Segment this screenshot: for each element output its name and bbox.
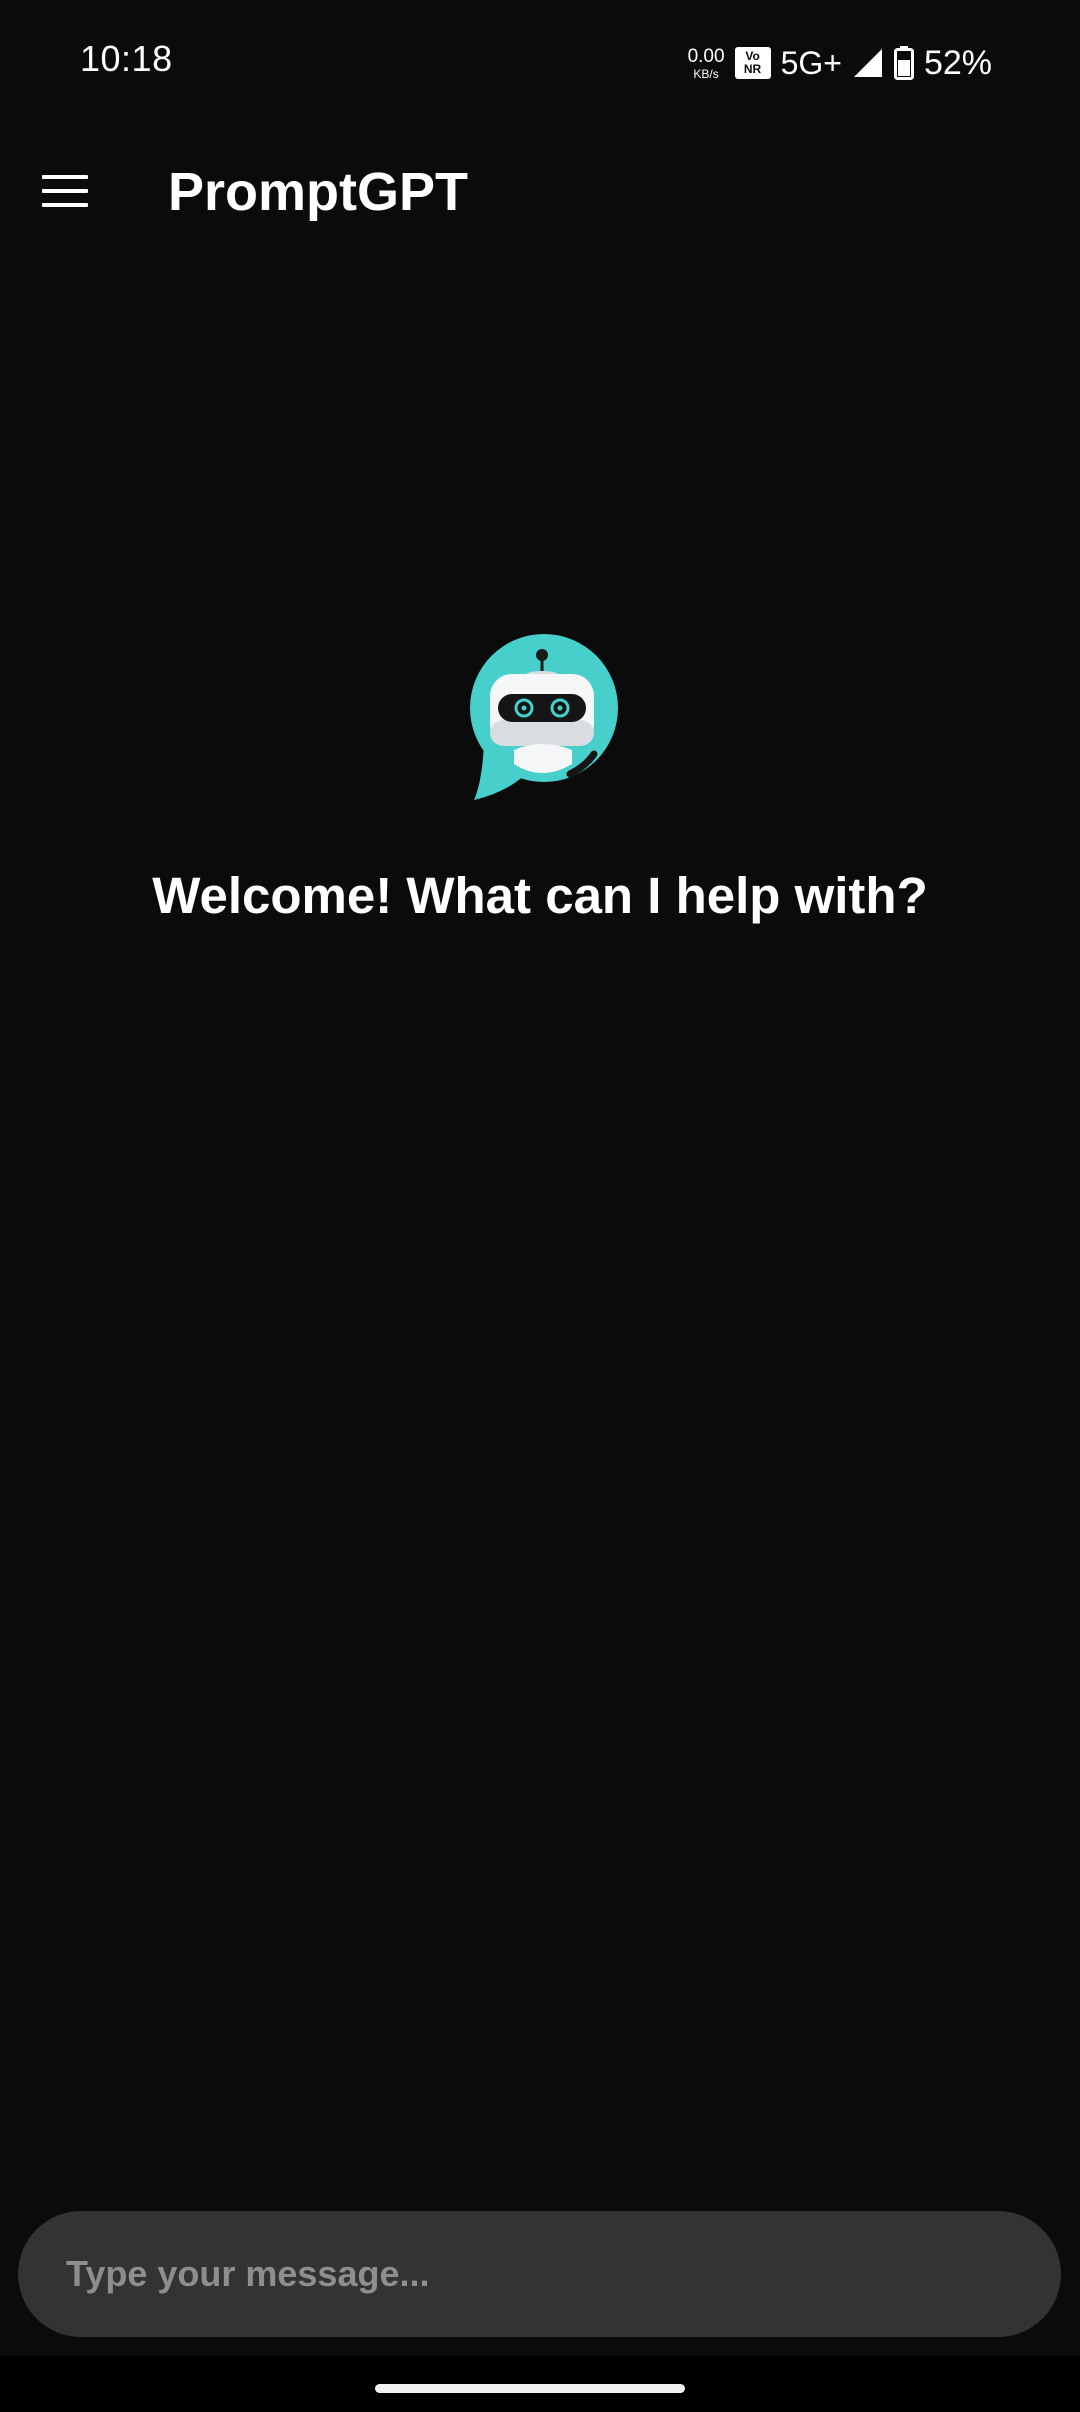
network-type: 5G+ [780,44,842,81]
robot-chat-logo-icon [468,632,620,802]
app-bar: PromptGPT [0,126,1080,258]
network-speed: 0.00 KB/s [688,47,725,80]
status-bar: 10:18 0.00 KB/s Vo NR 5G+ 52% [0,0,1080,126]
signal-icon [852,47,884,79]
battery-icon [893,46,914,80]
battery-percent: 52% [923,43,992,82]
home-gesture-handle[interactable] [375,2384,685,2393]
message-composer [18,2211,1061,2337]
network-speed-unit: KB/s [693,66,719,81]
hamburger-menu-icon [42,174,88,213]
menu-button[interactable] [30,162,100,224]
status-indicators: 0.00 KB/s Vo NR 5G+ 52% [688,40,992,86]
status-time: 10:18 [80,38,173,79]
message-input[interactable] [66,2211,1026,2337]
welcome-heading: Welcome! What can I help with? [152,867,928,924]
app-title: PromptGPT [168,162,469,222]
vonr-badge: Vo NR [734,47,771,79]
network-speed-value: 0.00 [687,45,725,67]
system-nav-bar [0,2356,1080,2412]
vonr-line2: NR [743,62,762,76]
